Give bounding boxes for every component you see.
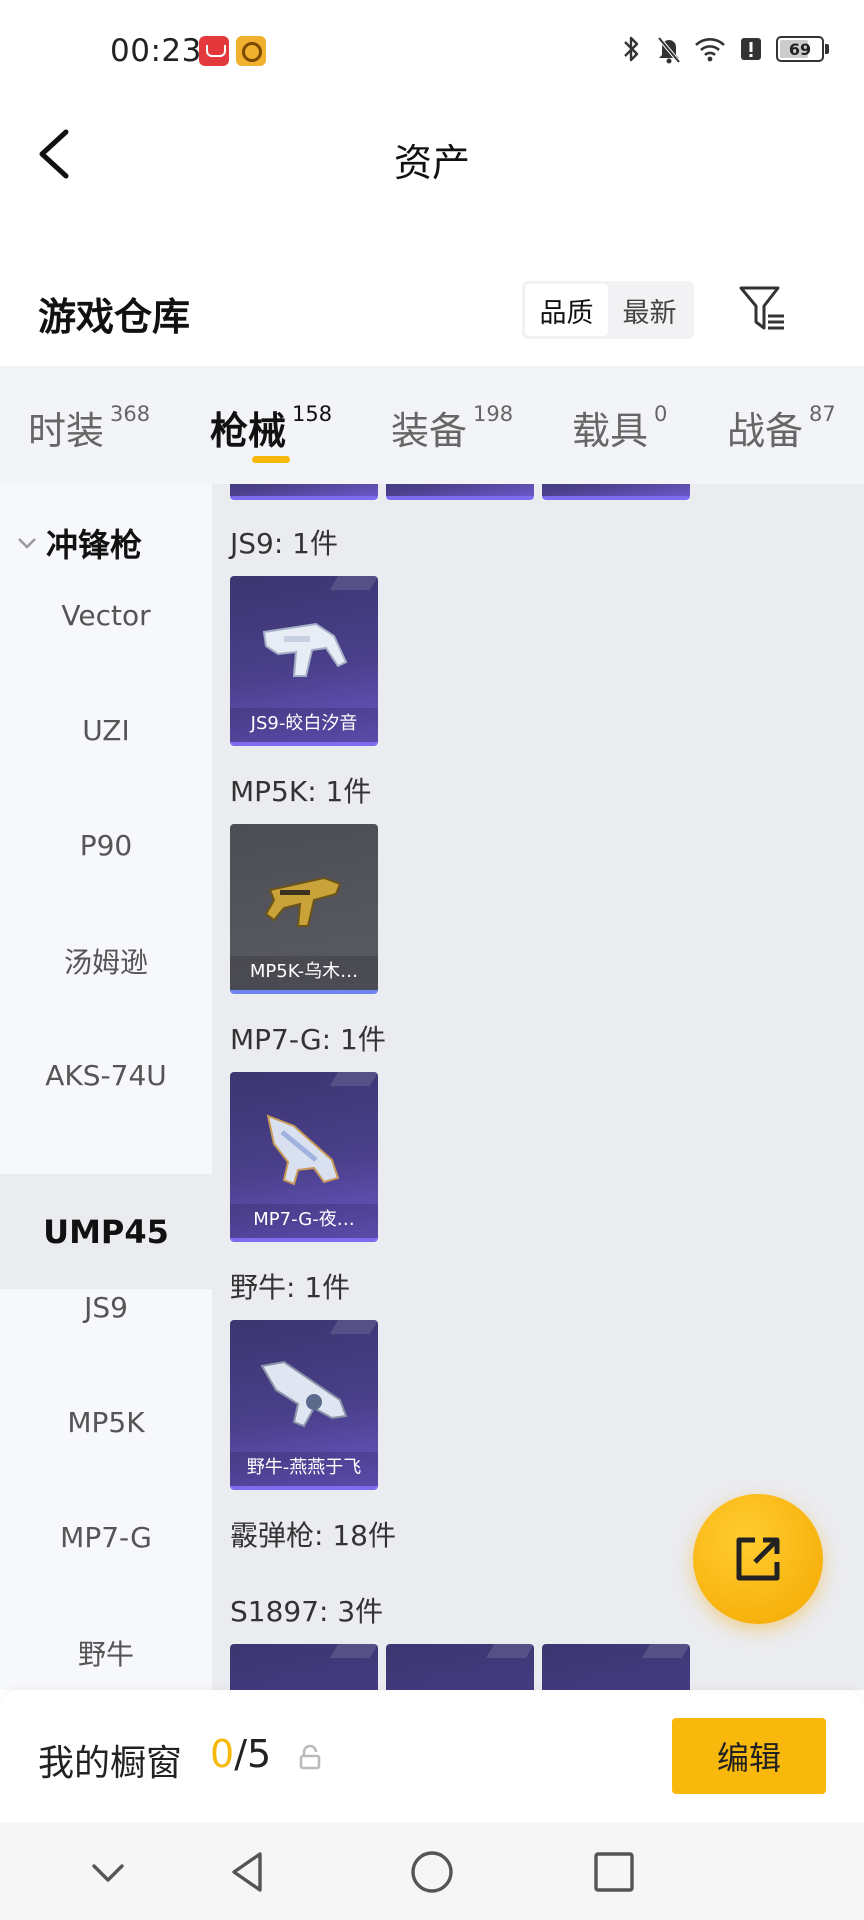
triangle-back-icon xyxy=(232,1852,262,1892)
weapon-card-bizon[interactable]: 野牛-燕燕于飞 xyxy=(230,1320,378,1490)
sidebar-item-js9[interactable]: JS9 xyxy=(0,1250,212,1365)
weapon-card-mp7g[interactable]: MP7-G-夜… xyxy=(230,1072,378,1242)
mute-bell-icon xyxy=(656,34,682,64)
page-title: 资产 xyxy=(393,141,470,185)
edit-button[interactable]: 编辑 xyxy=(672,1718,826,1794)
group-title-mp5k: MP5K: 1件 xyxy=(230,775,372,808)
chevron-down-icon xyxy=(92,1864,124,1882)
smg-image-icon xyxy=(262,622,348,677)
card-corner-stripe xyxy=(329,1644,378,1658)
filter-icon xyxy=(739,286,784,330)
weapon-type-sidebar: 冲锋枪 Vector UZI P90 汤姆逊 AKS-74U UMP45 JS9… xyxy=(0,484,212,1690)
sidebar-item-vector[interactable]: Vector xyxy=(0,558,212,673)
group-title-bizon: 野牛: 1件 xyxy=(230,1271,351,1304)
sidebar-item-thompson[interactable]: 汤姆逊 xyxy=(0,903,212,1018)
tab-count: 198 xyxy=(473,402,514,426)
smg-image-icon xyxy=(264,876,342,927)
card-corner-stripe xyxy=(329,576,378,590)
group-title-s1897: S1897: 3件 xyxy=(230,1595,384,1628)
huawei-mall-icon xyxy=(199,36,229,66)
tab-supplies[interactable]: 战备 87 xyxy=(727,400,836,455)
tab-count: 368 xyxy=(110,402,151,426)
sidebar-item-uzi[interactable]: UZI xyxy=(0,673,212,788)
weapon-card-mp5k[interactable]: MP5K-乌木… xyxy=(230,824,378,994)
card-name: MP5K-乌木… xyxy=(230,956,378,990)
card-corner-stripe xyxy=(329,1072,378,1086)
weapon-card[interactable] xyxy=(386,484,534,500)
share-fab-button[interactable] xyxy=(693,1494,823,1624)
showcase-bar: 我的橱窗 0/5 编辑 xyxy=(0,1690,864,1822)
sidebar-item-mp5k[interactable]: MP5K xyxy=(0,1365,212,1480)
showcase-total: /5 xyxy=(234,1732,272,1776)
active-tab-indicator xyxy=(252,456,290,463)
group-title-mp7g: MP7-G: 1件 xyxy=(230,1023,386,1056)
system-nav-bar xyxy=(0,1822,864,1920)
tab-equipment[interactable]: 装备 198 xyxy=(391,400,513,455)
sidebar-item-mp7g[interactable]: MP7-G xyxy=(0,1480,212,1595)
square-recents-icon xyxy=(594,1852,634,1892)
card-name: 野牛-燕燕于飞 xyxy=(230,1452,378,1486)
tab-guns[interactable]: 枪械 158 xyxy=(210,400,332,455)
category-tabs: 时装 368 枪械 158 装备 198 载具 0 战备 87 xyxy=(0,366,864,484)
tab-count: 0 xyxy=(654,402,668,426)
tab-label: 装备 xyxy=(391,409,468,453)
card-corner-stripe xyxy=(485,1644,534,1658)
tab-label: 枪械 xyxy=(210,409,287,453)
showcase-label: 我的橱窗 xyxy=(38,1743,183,1784)
status-icons: 69 xyxy=(618,34,829,64)
nav-back-button[interactable] xyxy=(220,1844,276,1900)
alert-icon xyxy=(738,34,764,64)
wifi-icon xyxy=(694,34,726,64)
bluetooth-icon xyxy=(618,34,644,64)
nav-collapse-button[interactable] xyxy=(80,1844,136,1900)
tab-label: 时装 xyxy=(28,409,105,453)
filter-button[interactable] xyxy=(738,284,788,334)
sort-quality-button[interactable]: 品质 xyxy=(525,284,608,336)
weapon-card[interactable] xyxy=(230,1644,378,1690)
card-name: MP7-G-夜… xyxy=(230,1204,378,1238)
weapon-card[interactable] xyxy=(542,1644,690,1690)
smg-image-icon xyxy=(260,1360,348,1428)
sidebar-item-p90[interactable]: P90 xyxy=(0,788,212,903)
tab-outfits[interactable]: 时装 368 xyxy=(28,400,150,455)
card-corner-stripe xyxy=(329,1320,378,1334)
showcase-count: 0/5 xyxy=(210,1732,271,1776)
tab-count: 87 xyxy=(809,402,836,426)
tab-label: 战备 xyxy=(727,409,804,453)
sidebar-item-bizon[interactable]: 野牛 xyxy=(0,1595,212,1690)
weapon-card[interactable] xyxy=(386,1644,534,1690)
share-external-icon xyxy=(736,1537,780,1581)
status-time: 00:23 xyxy=(110,33,202,69)
weapon-card[interactable] xyxy=(542,484,690,500)
sidebar-item-aks74u[interactable]: AKS-74U xyxy=(0,1018,212,1133)
sort-newest-button[interactable]: 最新 xyxy=(608,284,691,336)
warehouse-title: 游戏仓库 xyxy=(38,295,191,339)
group-title-js9: JS9: 1件 xyxy=(230,527,338,560)
nav-home-button[interactable] xyxy=(404,1844,460,1900)
header: 资产 xyxy=(0,100,864,210)
lock-icon xyxy=(299,1744,321,1770)
card-corner-stripe xyxy=(641,1644,690,1658)
smg-image-icon xyxy=(266,1114,340,1186)
circle-home-icon xyxy=(411,1851,453,1893)
chevron-down-icon xyxy=(18,538,36,549)
showcase-current: 0 xyxy=(210,1732,235,1776)
notification-app-icon xyxy=(236,36,266,66)
weapon-card[interactable] xyxy=(230,484,378,500)
group-title-shotgun: 霰弹枪: 18件 xyxy=(230,1519,396,1552)
weapon-card-js9[interactable]: JS9-皎白汐音 xyxy=(230,576,378,746)
sort-toggle: 品质 最新 xyxy=(522,281,694,339)
battery-icon: 69 xyxy=(776,36,829,62)
nav-recents-button[interactable] xyxy=(586,1844,642,1900)
status-bar: 00:23 69 xyxy=(0,0,864,100)
tab-label: 载具 xyxy=(572,409,649,453)
tab-count: 158 xyxy=(292,402,333,426)
card-name: JS9-皎白汐音 xyxy=(230,708,378,742)
tab-vehicles[interactable]: 载具 0 xyxy=(572,400,667,455)
battery-level: 69 xyxy=(788,39,812,59)
